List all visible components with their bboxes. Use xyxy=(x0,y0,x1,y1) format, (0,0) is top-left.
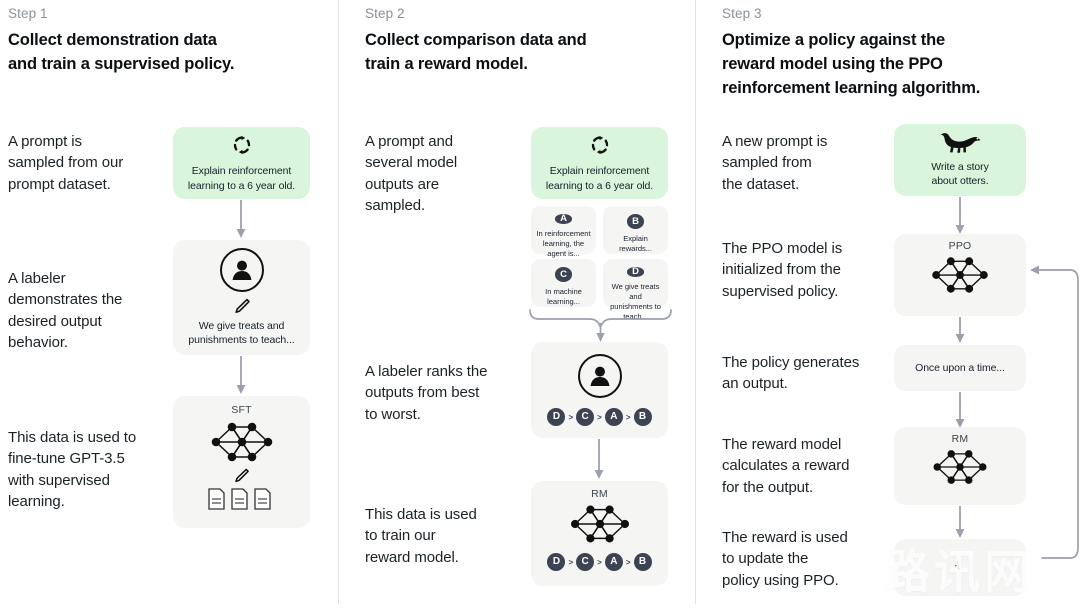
step-3-description-4: The reward model calculates a reward for… xyxy=(722,436,850,496)
pencil-icon xyxy=(233,467,250,484)
rm-rank-sep-2: > xyxy=(597,557,602,567)
step-3-output-card[interactable]: Once upon a time... xyxy=(894,345,1026,391)
step-2-description-3: This data is used to train our reward mo… xyxy=(365,506,477,566)
step-2-column: Step 2 Collect comparison data and train… xyxy=(339,0,695,612)
step-2-rm-card[interactable]: RM D > C > A > B xyxy=(531,481,668,586)
documents-icon xyxy=(207,487,277,511)
step-3-arrow-1 xyxy=(954,197,966,237)
step-2-option-a[interactable]: A In reinforcement learning, the agent i… xyxy=(531,206,596,258)
infographic-board: Step 1 Collect demonstration data and tr… xyxy=(0,0,1080,612)
step-1-sft-card[interactable]: SFT xyxy=(173,396,310,528)
rank-sep-1: > xyxy=(568,412,574,422)
neural-net-icon xyxy=(565,501,635,547)
step-3-rm-title: RM xyxy=(951,433,969,445)
step-1-description-3: This data is used to fine-tune GPT-3.5 w… xyxy=(8,429,137,510)
rm-rank-badge-4: B xyxy=(633,553,652,571)
step-3-title: Optimize a policy against the reward mod… xyxy=(722,29,1080,101)
step-2-prompt-card[interactable]: Explain reinforcement learning to a 6 ye… xyxy=(531,127,668,199)
rm-rank-sep-1: > xyxy=(568,557,574,567)
step-2-description-1: A prompt and several model outputs are s… xyxy=(365,133,458,214)
neural-net-icon xyxy=(928,446,992,488)
cycle-icon xyxy=(230,133,254,157)
option-badge-a: A xyxy=(555,214,572,224)
rm-rank-badge-1: D xyxy=(547,553,566,571)
reward-symbol-icon xyxy=(949,557,971,579)
option-text-a: In reinforcement learning, the agent is.… xyxy=(536,228,591,259)
step-1-arrow-2 xyxy=(235,356,247,396)
rank-sep-3: > xyxy=(625,412,631,422)
step-3-prompt-text: Write a story about otters. xyxy=(931,160,989,187)
step-3-title-line-3: reinforcement learning algorithm. xyxy=(722,78,981,97)
step-3-arrow-3 xyxy=(954,392,966,430)
step-3-arrow-4 xyxy=(954,506,966,540)
step-1-prompt-text: Explain reinforcement learning to a 6 ye… xyxy=(187,165,296,192)
step-1-labeler-text: We give treats and punishments to teach.… xyxy=(188,319,295,346)
cycle-icon xyxy=(588,133,612,157)
step-2-ranking-row: D > C > A > B xyxy=(547,408,652,426)
rank-badge-4: B xyxy=(633,408,652,426)
neural-net-icon xyxy=(927,253,993,297)
step-1-title: Collect demonstration data and train a s… xyxy=(8,29,328,77)
step-3-ppo-card[interactable]: PPO xyxy=(894,234,1026,316)
pencil-icon xyxy=(233,297,251,315)
step-2-title-line-2: train a reward model. xyxy=(365,54,528,73)
step-2-prompt-text: Explain reinforcement learning to a 6 ye… xyxy=(545,165,654,192)
step-3-title-line-1: Optimize a policy against the xyxy=(722,31,946,49)
step-1-column: Step 1 Collect demonstration data and tr… xyxy=(0,0,338,612)
option-text-b: Explain rewards... xyxy=(619,233,652,253)
neural-net-icon xyxy=(206,418,278,466)
step-3-description-1: A new prompt is sampled from the dataset… xyxy=(722,133,828,193)
step-1-prompt-card[interactable]: Explain reinforcement learning to a 6 ye… xyxy=(173,127,310,199)
rm-rank-sep-3: > xyxy=(625,557,631,567)
step-2-option-d[interactable]: D We give treats and punishments to teac… xyxy=(603,259,668,321)
step-3-label: Step 3 xyxy=(722,6,762,21)
step-3-description-5: The reward is used to update the policy … xyxy=(722,529,848,589)
step-2-labeler-card[interactable]: D > C > A > B xyxy=(531,342,668,438)
step-1-description-1: A prompt is sampled from our prompt data… xyxy=(8,133,124,193)
step-2-description-2: A labeler ranks the outputs from best to… xyxy=(365,363,488,423)
step-2-option-c[interactable]: C In machine learning... xyxy=(531,259,596,307)
step-2-label: Step 2 xyxy=(365,6,405,21)
step-2-rm-ranking-row: D > C > A > B xyxy=(547,553,652,571)
person-icon xyxy=(577,354,622,398)
rm-rank-badge-3: A xyxy=(604,553,623,571)
step-1-label: Step 1 xyxy=(8,6,48,21)
rank-sep-2: > xyxy=(597,412,602,422)
step-3-rm-card[interactable]: RM xyxy=(894,427,1026,505)
option-text-c: In machine learning... xyxy=(545,286,582,306)
step-2-brace-arrow xyxy=(527,308,675,344)
step-2-option-b[interactable]: B Explain rewards... xyxy=(603,206,668,254)
step-1-arrow-1 xyxy=(235,200,247,240)
step-2-title: Collect comparison data and train a rewa… xyxy=(365,29,695,77)
rank-badge-3: A xyxy=(604,408,623,426)
step-1-title-line-1: Collect demonstration data xyxy=(8,31,217,49)
step-3-output-text: Once upon a time... xyxy=(915,361,1005,374)
step-3-feedback-loop-arrow xyxy=(1026,258,1080,578)
step-2-arrow-2 xyxy=(593,439,605,481)
step-3-description-3: The policy generates an output. xyxy=(722,354,860,393)
otter-icon xyxy=(937,132,983,154)
option-badge-b: B xyxy=(627,214,644,229)
rm-rank-badge-2: C xyxy=(576,553,595,571)
step-2-title-line-1: Collect comparison data and xyxy=(365,31,587,49)
step-3-description-2: The PPO model is initialized from the su… xyxy=(722,240,843,300)
step-3-prompt-card[interactable]: Write a story about otters. xyxy=(894,124,1026,196)
step-1-title-line-2: and train a supervised policy. xyxy=(8,54,235,73)
step-3-arrow-2 xyxy=(954,317,966,345)
option-badge-d: D xyxy=(627,267,644,277)
step-1-labeler-card[interactable]: We give treats and punishments to teach.… xyxy=(173,240,310,355)
rank-badge-2: C xyxy=(576,408,595,426)
step-3-ppo-title: PPO xyxy=(948,240,972,252)
step-2-rm-title: RM xyxy=(591,488,608,500)
person-icon xyxy=(219,247,264,292)
bottom-edge-bar xyxy=(0,604,1080,612)
option-badge-c: C xyxy=(555,267,572,282)
step-3-column: Step 3 Optimize a policy against the rew… xyxy=(696,0,1080,612)
step-1-description-2: A labeler demonstrates the desired outpu… xyxy=(8,270,123,351)
step-3-reward-card[interactable] xyxy=(894,539,1026,596)
rank-badge-1: D xyxy=(547,408,566,426)
step-3-title-line-2: reward model using the PPO xyxy=(722,54,943,73)
step-1-sft-title: SFT xyxy=(231,404,252,416)
